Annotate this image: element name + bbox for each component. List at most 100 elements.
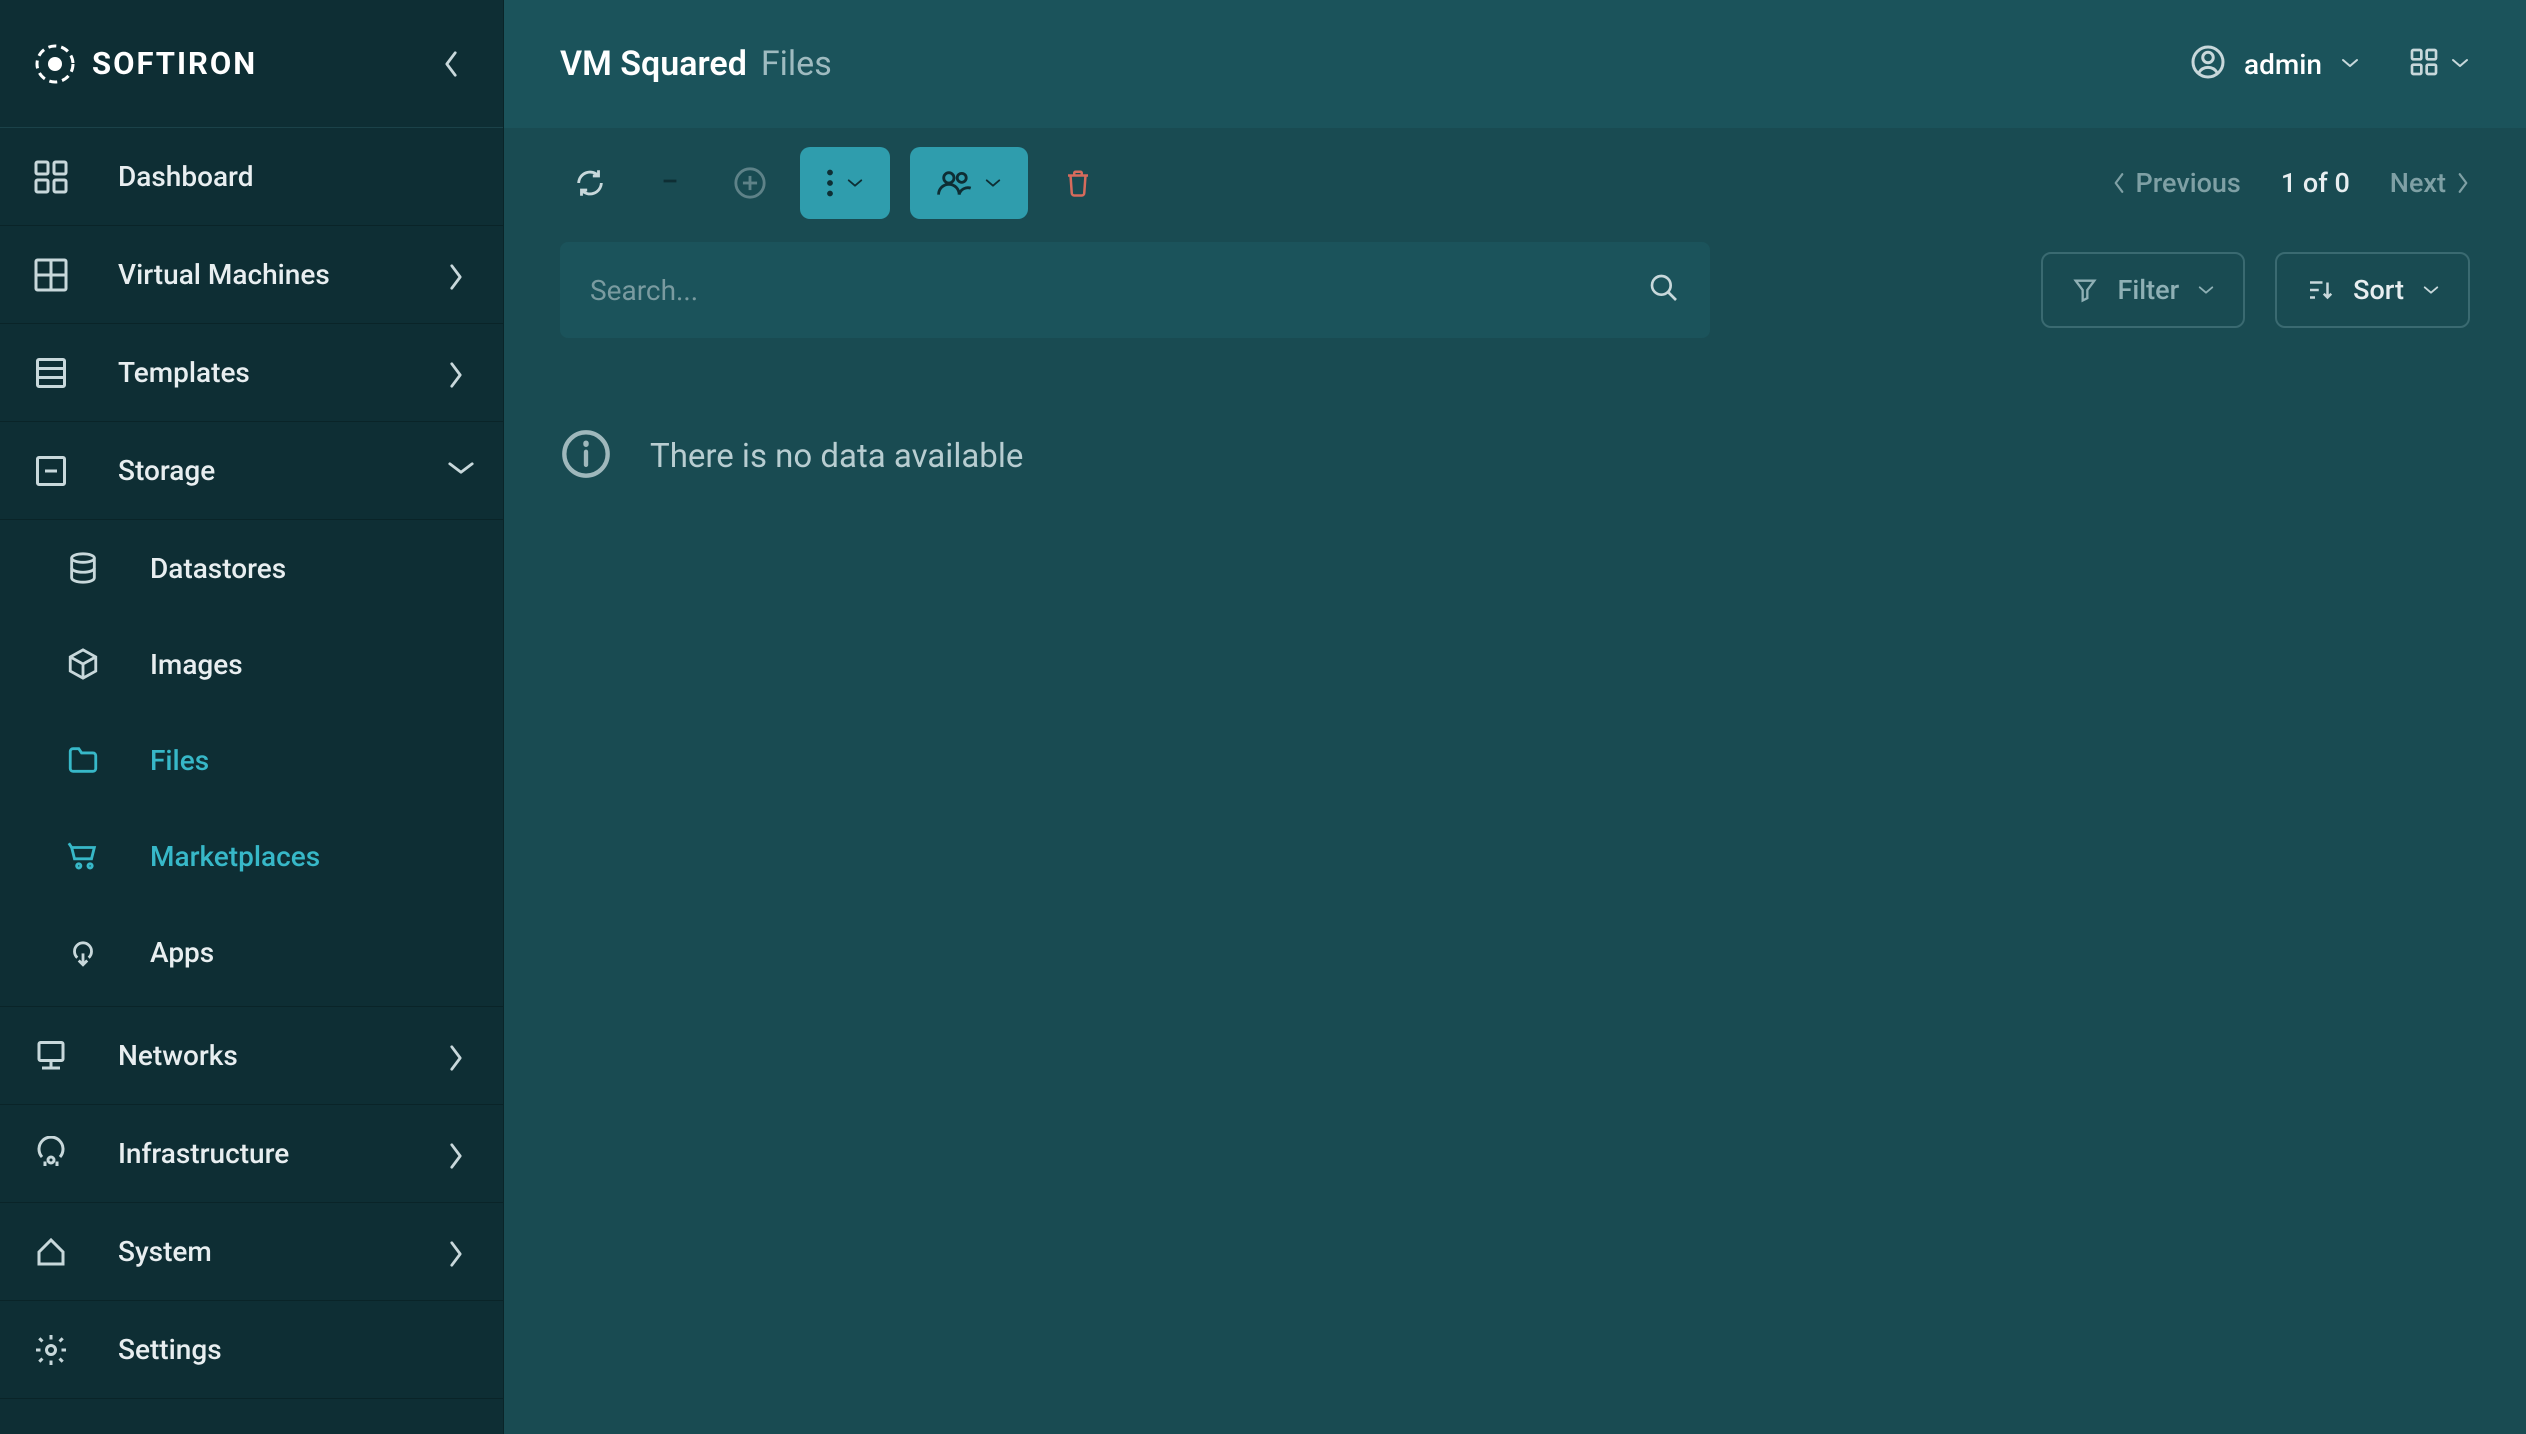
next-button[interactable]: Next [2390,167,2470,199]
sidebar-sub-datastores[interactable]: Datastores [0,520,503,616]
deselect-button[interactable] [640,153,700,213]
templates-icon [32,354,70,392]
chevron-right-icon [447,1044,471,1068]
logo-icon [32,41,78,87]
refresh-button[interactable] [560,153,620,213]
sidebar: SOFTIRON Dashboard Virtual Machines [0,0,504,1434]
sidebar-sub-label: Files [150,744,209,777]
sidebar-sub-apps[interactable]: Apps [0,904,503,1000]
chevron-right-icon [2456,172,2470,194]
chevron-down-icon [2197,284,2215,296]
datastores-icon [64,549,102,587]
search-icon[interactable] [1648,272,1680,308]
page-counter: 1 of 0 [2281,167,2350,199]
info-icon [560,428,612,484]
users-icon [936,168,972,198]
files-icon [64,741,102,779]
chevron-down-icon [846,177,864,189]
empty-message: There is no data available [650,437,1023,476]
chevron-right-icon [447,361,471,385]
pagination: Previous 1 of 0 Next [2112,167,2471,199]
more-vert-icon [826,169,834,197]
sidebar-sub-files[interactable]: Files [0,712,503,808]
sidebar-collapse-button[interactable] [431,44,471,84]
toolbar: Previous 1 of 0 Next [504,128,2526,238]
sidebar-item-storage[interactable]: Storage [0,422,503,520]
storage-icon [32,452,70,490]
infrastructure-icon [32,1135,70,1173]
sidebar-item-label: Infrastructure [118,1137,399,1170]
group-actions-button[interactable] [910,147,1028,219]
breadcrumb: VM Squared Files [560,44,2190,84]
content: There is no data available [504,338,2526,1434]
sidebar-item-settings[interactable]: Settings [0,1301,503,1399]
sidebar-item-system[interactable]: System [0,1203,503,1301]
grid-icon [2408,46,2440,82]
delete-button[interactable] [1048,153,1108,213]
chevron-down-icon [2340,55,2360,74]
logo[interactable]: SOFTIRON [32,41,431,87]
breadcrumb-app: VM Squared [560,44,747,84]
sidebar-item-label: System [118,1235,399,1268]
sidebar-header: SOFTIRON [0,0,503,128]
sort-button[interactable]: Sort [2275,252,2470,328]
add-circle-icon [733,166,767,200]
sidebar-item-label: Templates [118,356,399,389]
sidebar-item-infrastructure[interactable]: Infrastructure [0,1105,503,1203]
sidebar-item-label: Virtual Machines [118,258,399,291]
chevron-down-icon [984,177,1002,189]
prev-label: Previous [2136,167,2241,199]
sidebar-item-dashboard[interactable]: Dashboard [0,128,503,226]
chevron-right-icon [447,263,471,287]
sort-icon [2305,275,2335,305]
chevron-right-icon [447,1142,471,1166]
sidebar-item-label: Storage [118,454,399,487]
settings-icon [32,1331,70,1369]
add-button[interactable] [720,153,780,213]
sidebar-sub-label: Datastores [150,552,286,585]
apps-menu[interactable] [2408,46,2470,82]
brand-name: SOFTIRON [92,45,257,82]
minus-icon [659,170,681,196]
sidebar-sub-label: Apps [150,936,214,969]
dashboard-icon [32,158,70,196]
system-icon [32,1233,70,1271]
chevron-down-icon [2422,284,2440,296]
chevron-right-icon [447,1240,471,1264]
vm-icon [32,256,70,294]
more-actions-button[interactable] [800,147,890,219]
sidebar-sub-label: Images [150,648,243,681]
marketplaces-icon [64,837,102,875]
user-name: admin [2244,48,2322,81]
chevron-down-icon [447,459,471,483]
search-input[interactable] [590,274,1648,307]
sidebar-sub-marketplaces[interactable]: Marketplaces [0,808,503,904]
sidebar-item-label: Dashboard [118,160,471,193]
breadcrumb-page: Files [761,44,832,84]
images-icon [64,645,102,683]
trash-icon [1063,166,1093,200]
sidebar-item-label: Settings [118,1333,471,1366]
filter-button[interactable]: Filter [2041,252,2245,328]
filter-label: Filter [2117,274,2179,306]
user-menu[interactable]: admin [2190,44,2360,84]
apps-icon [64,933,102,971]
sidebar-sub-label: Marketplaces [150,840,320,873]
networks-icon [32,1037,70,1075]
next-label: Next [2390,167,2446,199]
sort-label: Sort [2353,274,2404,306]
chevron-left-icon [2112,172,2126,194]
topbar: VM Squared Files admin [504,0,2526,128]
empty-state: There is no data available [560,398,2470,514]
sidebar-nav: Dashboard Virtual Machines Templates [0,128,503,1434]
sidebar-item-templates[interactable]: Templates [0,324,503,422]
chevron-left-icon [442,50,460,78]
main-panel: VM Squared Files admin [504,0,2526,1434]
sidebar-item-virtual-machines[interactable]: Virtual Machines [0,226,503,324]
chevron-down-icon [2450,55,2470,74]
prev-button[interactable]: Previous [2112,167,2241,199]
sidebar-item-networks[interactable]: Networks [0,1007,503,1105]
search-box[interactable] [560,242,1710,338]
sidebar-sub-images[interactable]: Images [0,616,503,712]
storage-submenu: Datastores Images Files Marketplaces [0,520,503,1007]
